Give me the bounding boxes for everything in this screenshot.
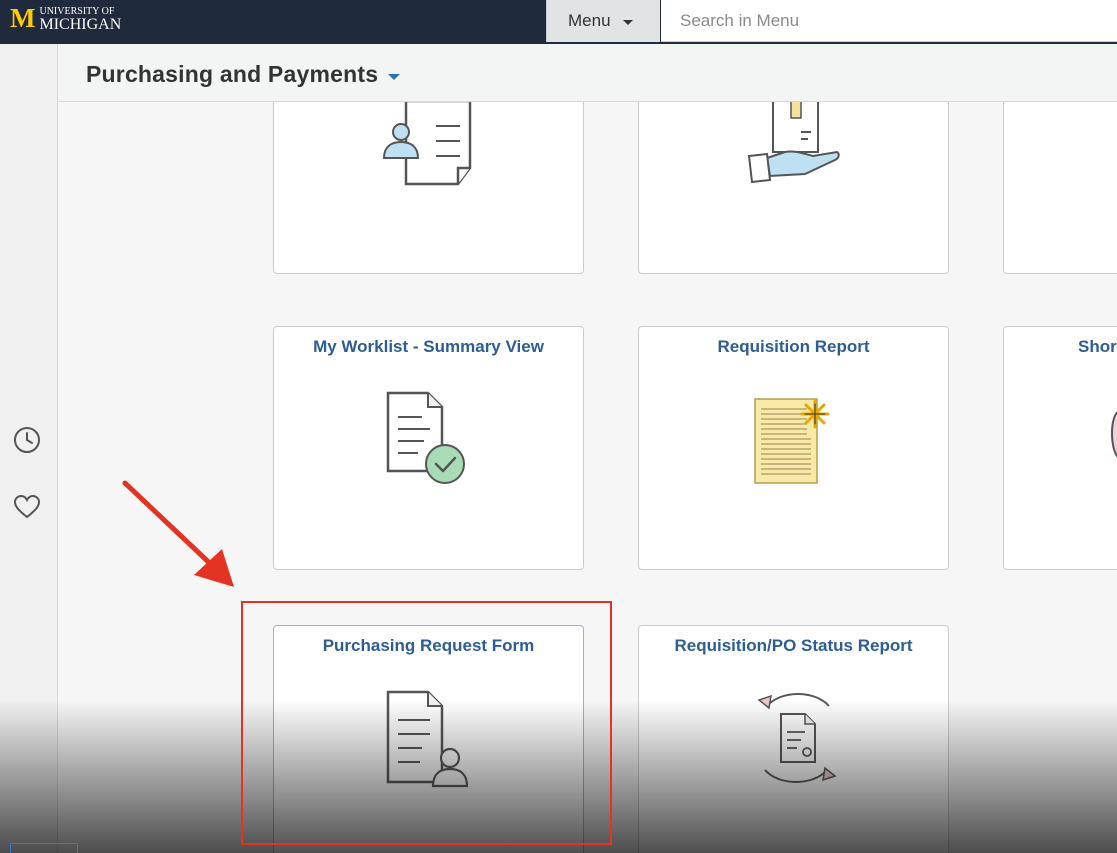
chevron-down-icon: [622, 20, 633, 25]
tile-requisition-report[interactable]: Requisition Report: [638, 326, 949, 570]
heart-icon[interactable]: [12, 492, 42, 522]
menu-dropdown-button[interactable]: Menu: [546, 0, 660, 42]
logo-line-2: MICHIGAN: [39, 16, 122, 33]
tile-title: Requisition/PO Status Report: [674, 636, 913, 655]
tile-row1-1[interactable]: [273, 102, 584, 274]
search-input[interactable]: [661, 0, 1117, 42]
tile-my-worklist[interactable]: My Worklist - Summary View: [273, 326, 584, 570]
chevron-down-icon: [388, 73, 401, 80]
tile-row1-3[interactable]: [1003, 102, 1117, 274]
page-title-dropdown[interactable]: Purchasing and Payments: [86, 61, 401, 88]
logo-block-m: M: [10, 3, 36, 33]
tile-purchasing-request-form[interactable]: Purchasing Request Form: [273, 625, 584, 853]
page-header: Purchasing and Payments: [58, 44, 1117, 102]
top-navigation-bar: M UNIVERSITY OF MICHIGAN Menu: [0, 0, 1117, 44]
tile-shor[interactable]: Shor: [1003, 326, 1117, 570]
document-check-icon: [386, 391, 465, 484]
package-hand-icon: [747, 102, 840, 184]
document-user-icon: [382, 102, 472, 186]
report-star-icon: [754, 398, 830, 484]
tile-title: My Worklist - Summary View: [313, 337, 544, 356]
bottom-tab-outline: [10, 843, 78, 853]
menu-label: Menu: [568, 11, 611, 30]
left-rail: [0, 44, 58, 853]
document-refresh-icon: [757, 693, 837, 783]
tile-title: Shor: [1078, 337, 1117, 356]
tile-row1-2[interactable]: [638, 102, 949, 274]
clock-icon[interactable]: [12, 425, 42, 455]
tile-title: Purchasing Request Form: [322, 636, 535, 655]
university-logo[interactable]: M UNIVERSITY OF MICHIGAN: [10, 4, 121, 40]
document-user-icon: [386, 690, 469, 788]
page-title: Purchasing and Payments: [86, 61, 379, 87]
tile-requisition-po-status-report[interactable]: Requisition/PO Status Report: [638, 625, 949, 853]
partial-circle-icon: [1111, 411, 1117, 458]
logo-wordmark: UNIVERSITY OF MICHIGAN: [39, 6, 122, 33]
tile-title: Requisition Report: [717, 337, 870, 356]
pointer-arrow-icon: [122, 480, 234, 587]
